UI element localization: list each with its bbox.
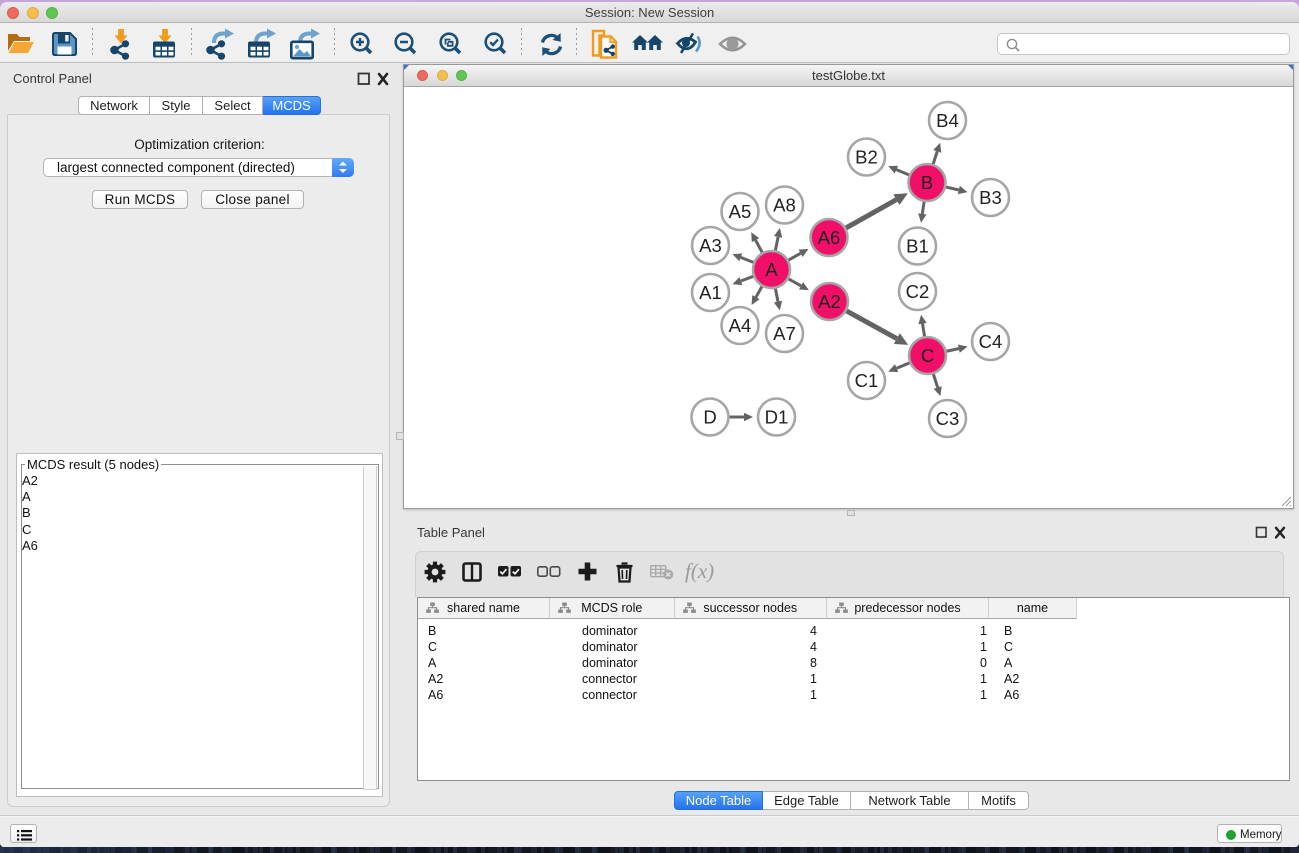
svg-text:A3: A3 xyxy=(699,235,722,256)
svg-text:C2: C2 xyxy=(906,281,930,302)
svg-text:A8: A8 xyxy=(773,195,796,216)
svg-text:B1: B1 xyxy=(906,236,929,257)
svg-text:A: A xyxy=(765,259,778,280)
svg-text:B3: B3 xyxy=(979,187,1002,208)
svg-text:D: D xyxy=(703,407,716,428)
svg-text:A2: A2 xyxy=(818,291,841,312)
svg-text:A6: A6 xyxy=(818,227,841,248)
svg-text:C1: C1 xyxy=(855,370,879,391)
svg-text:A4: A4 xyxy=(729,315,752,336)
svg-text:B4: B4 xyxy=(936,110,959,131)
svg-text:D1: D1 xyxy=(765,407,789,428)
svg-text:B2: B2 xyxy=(855,147,878,168)
svg-text:C: C xyxy=(921,345,934,366)
svg-text:A7: A7 xyxy=(773,323,796,344)
svg-text:A1: A1 xyxy=(699,282,722,303)
svg-text:A5: A5 xyxy=(729,201,752,222)
svg-text:C3: C3 xyxy=(936,408,960,429)
svg-text:B: B xyxy=(921,172,933,193)
svg-text:C4: C4 xyxy=(979,331,1003,352)
